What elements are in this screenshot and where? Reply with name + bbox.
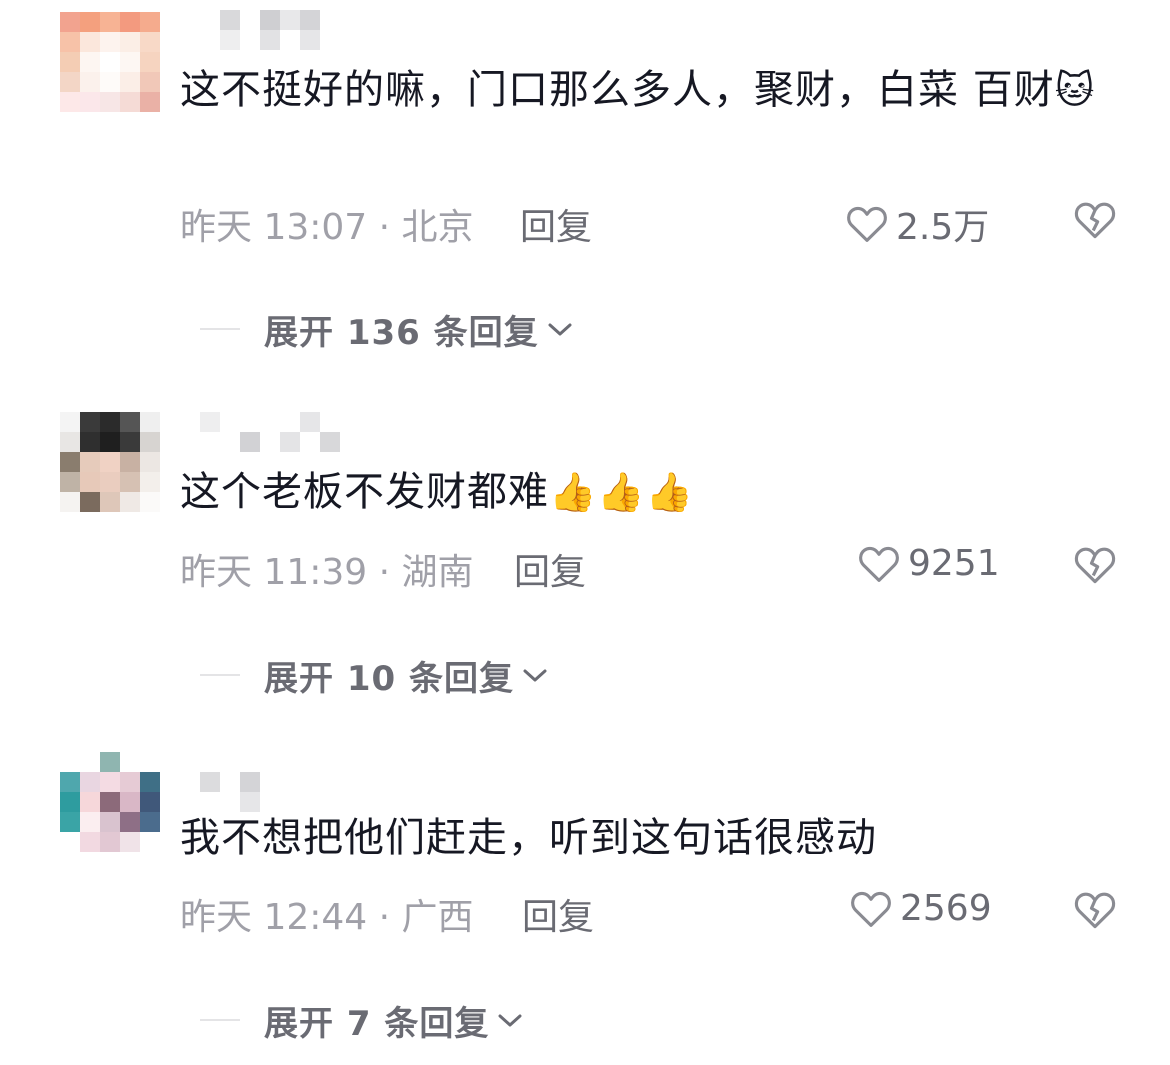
comment-meta: 昨天 11:39 · 湖南 回复 9251 <box>180 543 1170 593</box>
broken-heart-icon[interactable] <box>1074 200 1116 240</box>
timestamp-location: 昨天 12:44 · 广西 <box>180 897 474 938</box>
comment-text-body: 这个老板不发财都难 <box>180 469 549 515</box>
heart-outline-icon <box>858 545 900 583</box>
thumbs-up-emoji-icon: 👍👍👍 <box>549 470 694 514</box>
like-button[interactable]: 2569 <box>850 888 992 929</box>
like-count: 9251 <box>908 543 1000 584</box>
expand-replies-button[interactable]: 展开 7 条回复 <box>200 995 525 1045</box>
avatar[interactable] <box>60 752 160 852</box>
reply-button[interactable]: 回复 <box>522 888 594 940</box>
reply-button[interactable]: 回复 <box>520 198 592 250</box>
broken-heart-icon[interactable] <box>1074 890 1116 930</box>
chevron-down-icon <box>523 669 547 682</box>
chevron-down-icon <box>548 323 572 336</box>
like-button[interactable]: 2.5万 <box>846 198 989 250</box>
expand-replies-label: 展开 10 条回复 <box>264 658 514 699</box>
heart-outline-icon <box>846 205 888 243</box>
expand-replies-button[interactable]: 展开 136 条回复 <box>200 304 575 354</box>
like-count: 2569 <box>900 888 992 929</box>
divider <box>200 328 240 330</box>
divider <box>200 1019 240 1021</box>
reply-button[interactable]: 回复 <box>514 543 586 595</box>
username[interactable] <box>200 10 340 50</box>
cat-emoji-icon: 🐱 <box>1054 68 1096 112</box>
divider <box>200 674 240 676</box>
comment-meta: 昨天 13:07 · 北京 回复 2.5万 <box>180 198 1170 248</box>
heart-outline-icon <box>850 890 892 928</box>
avatar[interactable] <box>60 412 160 512</box>
chevron-down-icon <box>498 1014 522 1027</box>
avatar[interactable] <box>60 12 160 112</box>
comment-text: 这个老板不发财都难👍👍👍 <box>180 462 1120 522</box>
username[interactable] <box>200 772 340 812</box>
broken-heart-icon[interactable] <box>1074 545 1116 585</box>
comment-text: 这不挺好的嘛，门口那么多人，聚财，白菜 百财🐱 <box>180 60 1120 120</box>
timestamp-location: 昨天 11:39 · 湖南 <box>180 552 474 593</box>
timestamp-location: 昨天 13:07 · 北京 <box>180 207 474 248</box>
username[interactable] <box>200 412 340 452</box>
comment-text: 我不想把他们赶走，听到这句话很感动 <box>180 808 1120 868</box>
comment-meta: 昨天 12:44 · 广西 回复 2569 <box>180 888 1170 938</box>
expand-replies-label: 展开 7 条回复 <box>264 1003 490 1044</box>
comment-text-body: 这不挺好的嘛，门口那么多人，聚财，白菜 百财 <box>180 67 1055 113</box>
like-button[interactable]: 9251 <box>858 543 1000 584</box>
expand-replies-label: 展开 136 条回复 <box>264 312 539 353</box>
like-count: 2.5万 <box>896 207 990 248</box>
comment-text-body: 我不想把他们赶走，听到这句话很感动 <box>180 815 877 861</box>
expand-replies-button[interactable]: 展开 10 条回复 <box>200 650 550 700</box>
